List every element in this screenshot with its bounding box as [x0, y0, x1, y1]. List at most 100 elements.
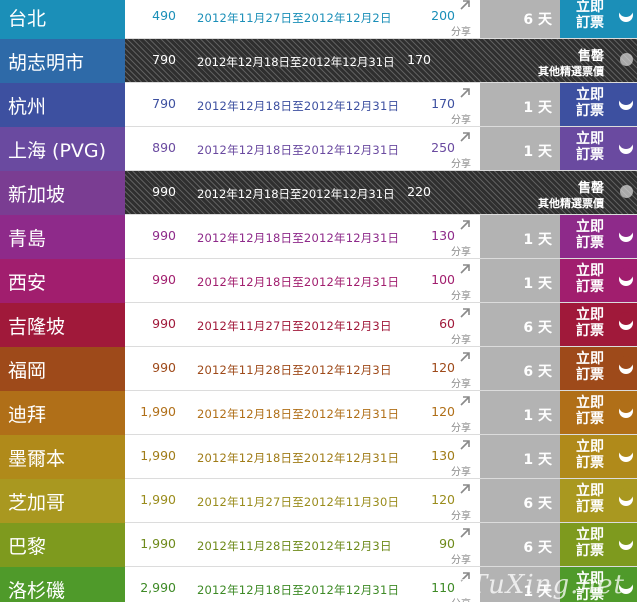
- book-label-line1: 立即: [576, 263, 604, 279]
- travel-period: 2012年12月18日至2012年12月31日: [197, 583, 400, 597]
- share-arrow-icon[interactable]: [458, 526, 472, 540]
- fare-details: 990 2012年12月18日至2012年12月31日 130 分享: [125, 215, 480, 259]
- share-link[interactable]: 分享: [451, 507, 471, 522]
- book-now-button[interactable]: 立即 訂票: [560, 127, 637, 171]
- book-now-button[interactable]: 立即 訂票: [560, 303, 637, 347]
- book-label-line1: 立即: [576, 351, 604, 367]
- fare-row: 芝加哥 1,990 2012年11月27日至2012年11月30日 120 分享 6 天立…: [0, 479, 637, 523]
- smile-icon: [619, 224, 633, 242]
- tax-amount: 130: [431, 448, 455, 463]
- share-link[interactable]: 分享: [451, 23, 471, 38]
- fare-row: 杭州 790 2012年12月18日至2012年12月31日 170 分享 1 天立即 訂票: [0, 83, 637, 127]
- share-arrow-icon[interactable]: [458, 130, 472, 144]
- travel-period: 2012年11月27日至2012年12月3日: [197, 319, 392, 333]
- share-link[interactable]: 分享: [451, 111, 471, 126]
- book-now-button[interactable]: 立即 訂票: [560, 435, 637, 479]
- book-now-button[interactable]: 立即 訂票: [560, 215, 637, 259]
- days-remaining: 6 天: [480, 303, 560, 347]
- share-link[interactable]: 分享: [451, 463, 471, 478]
- book-now-button[interactable]: 立即 訂票: [560, 347, 637, 391]
- tax-amount: 120: [431, 360, 455, 375]
- share-link[interactable]: 分享: [451, 155, 471, 170]
- share-link[interactable]: 分享: [451, 331, 471, 346]
- tax-amount: 130: [431, 228, 455, 243]
- tax-amount: 170: [431, 96, 455, 111]
- fare-row: 上海 (PVG) 890 2012年12月18日至2012年12月31日 250 分享 1…: [0, 127, 637, 171]
- fare-details: 1,990 2012年11月27日至2012年11月30日 120 分享: [125, 479, 480, 523]
- destination-city[interactable]: 福岡: [0, 347, 125, 391]
- book-now-button[interactable]: 立即 訂票: [560, 259, 637, 303]
- share-arrow-icon[interactable]: [458, 306, 472, 320]
- book-label-line1: 立即: [576, 307, 604, 323]
- fare-row: 福岡 990 2012年11月28日至2012年12月3日 120 分享 6 天立即 訂票: [0, 347, 637, 391]
- destination-city[interactable]: 新加坡: [0, 171, 125, 215]
- destination-city[interactable]: 巴黎: [0, 523, 125, 567]
- fare-price: 990: [152, 228, 176, 243]
- destination-city[interactable]: 西安: [0, 259, 125, 303]
- fare-price: 790: [152, 96, 176, 111]
- destination-city[interactable]: 胡志明市: [0, 39, 125, 83]
- fare-details: 1,990 2012年12月18日至2012年12月31日 120 分享: [125, 391, 480, 435]
- destination-city[interactable]: 杭州: [0, 83, 125, 127]
- days-remaining: 1 天: [480, 259, 560, 303]
- smile-icon: [619, 92, 633, 110]
- share-link[interactable]: 分享: [451, 243, 471, 258]
- sold-out-label: 售罄: [577, 181, 604, 196]
- smile-icon: [619, 268, 633, 286]
- share-arrow-icon[interactable]: [458, 394, 472, 408]
- smile-icon: [619, 488, 633, 506]
- share-arrow-icon[interactable]: [458, 0, 472, 12]
- destination-city[interactable]: 吉隆坡: [0, 303, 125, 347]
- book-now-button[interactable]: 立即 訂票: [560, 0, 637, 39]
- smile-icon: [619, 532, 633, 550]
- book-now-button[interactable]: 立即 訂票: [560, 391, 637, 435]
- book-label-line1: 立即: [576, 87, 604, 103]
- sold-out-panel: 790 2012年12月18日至2012年12月31日 170 售罄 其他精選票價: [125, 39, 637, 83]
- travel-period: 2012年12月18日至2012年12月31日: [197, 275, 400, 289]
- fare-price: 990: [152, 316, 176, 331]
- fare-row: 新加坡 990 2012年12月18日至2012年12月31日 220 售罄 其他精選票價: [0, 171, 637, 215]
- share-arrow-icon[interactable]: [458, 86, 472, 100]
- fare-row: 青島 990 2012年12月18日至2012年12月31日 130 分享 1 天立即 訂票: [0, 215, 637, 259]
- destination-city[interactable]: 台北: [0, 0, 125, 39]
- destination-city[interactable]: 上海 (PVG): [0, 127, 125, 171]
- smile-icon: [619, 444, 633, 462]
- smile-icon: [619, 400, 633, 418]
- fare-price: 890: [152, 140, 176, 155]
- destination-city[interactable]: 迪拜: [0, 391, 125, 435]
- travel-period: 2012年12月18日至2012年12月31日: [197, 451, 400, 465]
- share-link[interactable]: 分享: [451, 287, 471, 302]
- share-link[interactable]: 分享: [451, 375, 471, 390]
- travel-period: 2012年12月18日至2012年12月31日: [197, 187, 395, 201]
- share-arrow-icon[interactable]: [458, 438, 472, 452]
- book-label-line1: 立即: [576, 527, 604, 543]
- days-remaining: 1 天: [480, 391, 560, 435]
- smile-icon: [619, 136, 633, 154]
- other-fares-link[interactable]: 其他精選票價: [538, 195, 604, 211]
- smile-icon: [619, 356, 633, 374]
- fare-price: 1,990: [140, 536, 176, 551]
- destination-city[interactable]: 芝加哥: [0, 479, 125, 523]
- days-remaining: 6 天: [480, 347, 560, 391]
- travel-period: 2012年11月28日至2012年12月3日: [197, 539, 392, 553]
- book-now-button[interactable]: 立即 訂票: [560, 523, 637, 567]
- book-label-line2: 訂票: [576, 455, 604, 471]
- share-link[interactable]: 分享: [451, 419, 471, 434]
- fare-row: 胡志明市 790 2012年12月18日至2012年12月31日 170 售罄 其他精選票…: [0, 39, 637, 83]
- travel-period: 2012年11月27日至2012年12月2日: [197, 11, 392, 25]
- book-now-button[interactable]: 立即 訂票: [560, 83, 637, 127]
- share-arrow-icon[interactable]: [458, 262, 472, 276]
- share-link[interactable]: 分享: [451, 551, 471, 566]
- share-arrow-icon[interactable]: [458, 482, 472, 496]
- share-arrow-icon[interactable]: [458, 350, 472, 364]
- book-now-button[interactable]: 立即 訂票: [560, 479, 637, 523]
- fare-details: 890 2012年12月18日至2012年12月31日 250 分享: [125, 127, 480, 171]
- destination-city[interactable]: 墨爾本: [0, 435, 125, 479]
- other-fares-link[interactable]: 其他精選票價: [538, 63, 604, 79]
- fare-details: 2,9902012年12月18日至2012年12月31日110分享: [125, 567, 480, 602]
- fare-price: 990: [152, 360, 176, 375]
- destination-city[interactable]: 青島: [0, 215, 125, 259]
- share-arrow-icon[interactable]: [458, 218, 472, 232]
- destination-city[interactable]: 洛杉磯: [0, 567, 125, 602]
- fare-details: 1,990 2012年11月28日至2012年12月3日 90 分享: [125, 523, 480, 567]
